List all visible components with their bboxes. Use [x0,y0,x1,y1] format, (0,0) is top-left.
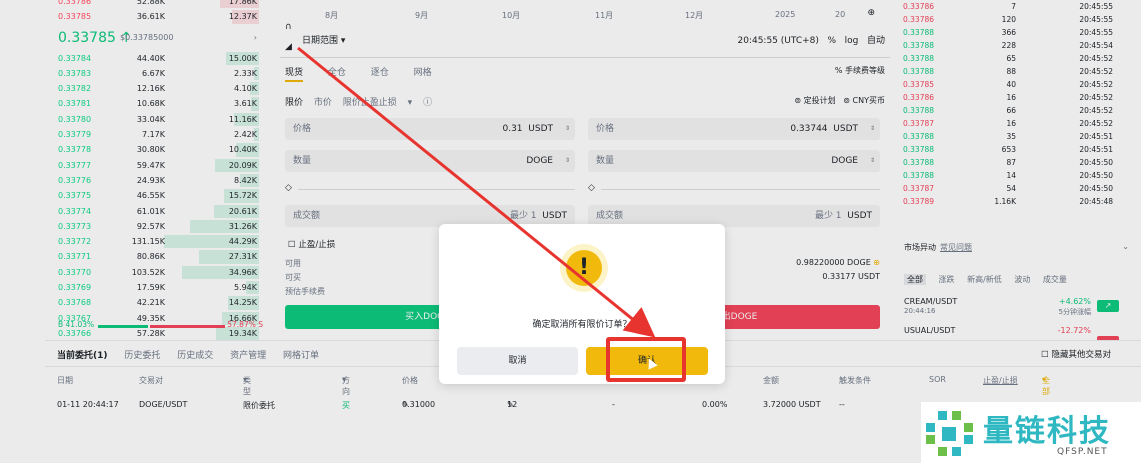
orderbook-price: 0.33786 [58,0,92,6]
orderbook-qty: 92.57K [136,221,165,231]
orderbook-qty: 17.59K [136,283,165,293]
orderbook-price: 0.33766 [58,328,92,338]
orderbook-total: 3.61K [233,99,257,109]
orderbook-price: 0.33767 [58,313,92,323]
orderbook-price: 0.33781 [58,99,92,109]
orderbook-total: 2.42K [233,130,257,140]
orderbook-total: 19.34K [228,328,257,338]
orderbook-qty: 36.61K [136,12,165,22]
orderbook-total: 17.86K [228,0,257,6]
orderbook-qty: 52.88K [136,0,165,6]
orderbook-price: 0.33773 [58,221,92,231]
orderbook-qty: 49.35K [136,313,165,323]
orderbook-price: 0.33776 [58,175,92,185]
watermark-name: 量链科技 [983,414,1111,449]
orderbook-price: 0.33783 [58,68,92,78]
orderbook-price: 0.33784 [58,53,92,63]
annotation-arrow [297,46,656,338]
orderbook-total: 10.40K [228,145,257,155]
orderbook-total: 31.26K [228,221,257,231]
watermark-logo-icon [926,411,973,456]
orderbook-total: 15.00K [228,53,257,63]
orderbook-qty: 57.28K [136,328,165,338]
orderbook-total: 20.09K [228,160,257,170]
orderbook-qty: 7.17K [141,130,165,140]
orderbook-price: 0.33771 [58,252,92,262]
orderbook-price: 0.33777 [58,160,92,170]
orderbook-total: 15.72K [228,191,257,201]
orderbook-price: 0.33780 [58,114,92,124]
orderbook-total: 27.31K [228,252,257,262]
watermark-domain: QFSP.NET [1057,447,1108,457]
orderbook-total: 14.25K [228,298,257,308]
orderbook-total: 8.42K [233,175,257,185]
watermark: 量链科技 QFSP.NET [921,402,1141,463]
orderbook-total: 20.61K [228,206,257,216]
orderbook-qty: 80.86K [136,252,165,262]
orderbook-qty: 131.15K [131,237,165,247]
orderbook-price: 0.33772 [58,237,92,247]
orderbook-total: 11.16K [228,114,257,124]
orderbook-qty: 46.55K [136,191,165,201]
orderbook-qty: 103.52K [131,267,165,277]
orderbook-qty: 10.68K [136,99,165,109]
orderbook-total: 4.10K [233,84,257,94]
orderbook-qty: 24.93K [136,175,165,185]
orderbook-total: 44.29K [228,237,257,247]
orderbook-total: 12.37K [228,12,257,22]
orderbook-price: 0.33779 [58,130,92,140]
orderbook-total: 34.96K [228,267,257,277]
orderbook-price: 0.33778 [58,145,92,155]
orderbook-total: 2.33K [233,68,257,78]
orderbook-qty: 30.80K [136,145,165,155]
orderbook-price: 0.33769 [58,283,92,293]
orderbook-qty: 6.67K [141,68,165,78]
orderbook-qty: 59.47K [136,160,165,170]
orderbook-price: 0.33770 [58,267,92,277]
orderbook-price: 0.33785 [58,12,92,22]
orderbook-qty: 42.21K [136,298,165,308]
orderbook-qty: 61.01K [136,206,165,216]
orderbook-price: 0.33774 [58,206,92,216]
orderbook-total: 16.66K [228,313,257,323]
orderbook-price: 0.33775 [58,191,92,201]
orderbook-qty: 12.16K [136,84,165,94]
orderbook-qty: 33.04K [136,114,165,124]
orderbook-price: 0.33768 [58,298,92,308]
orderbook-qty: 44.40K [136,53,165,63]
orderbook-total: 5.94K [233,283,257,293]
orderbook-price: 0.33782 [58,84,92,94]
